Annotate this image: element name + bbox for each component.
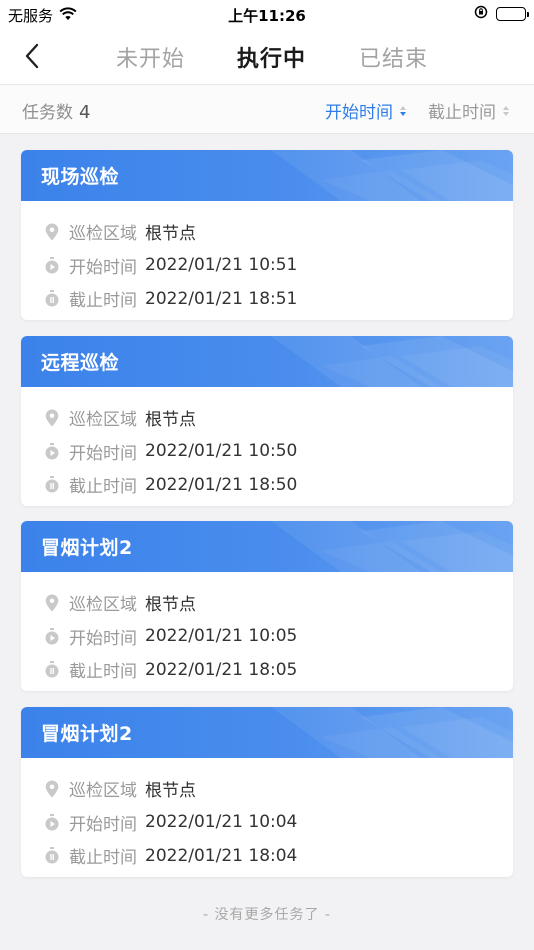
task-title: 冒烟计划2 — [41, 537, 133, 559]
location-pin-icon — [43, 409, 61, 427]
sort-arrows-icon — [400, 105, 406, 116]
task-area-label: 巡检区域 — [69, 595, 137, 616]
task-card-body: 巡检区域 根节点 开始时间 2022/01/21 10:51 截止时间 2022… — [21, 201, 513, 316]
stopwatch-play-icon — [43, 627, 61, 645]
task-start-row: 开始时间 2022/01/21 10:51 — [21, 249, 513, 283]
sort-by-end-time[interactable]: 截止时间 — [428, 98, 509, 123]
stopwatch-stop-icon — [43, 661, 61, 679]
task-start-row: 开始时间 2022/01/21 10:04 — [21, 806, 513, 840]
stopwatch-stop-icon — [43, 847, 61, 865]
task-count-label: 任务数 — [22, 103, 73, 123]
task-card-body: 巡检区域 根节点 开始时间 2022/01/21 10:05 截止时间 2022… — [21, 572, 513, 687]
rotation-lock-icon — [474, 5, 488, 23]
task-area-label: 巡检区域 — [69, 224, 137, 245]
task-end-label: 截止时间 — [69, 291, 137, 312]
task-card-header: 现场巡检 — [21, 150, 513, 201]
task-title: 现场巡检 — [41, 166, 120, 188]
task-end-row: 截止时间 2022/01/21 18:05 — [21, 653, 513, 687]
status-time: 上午11:26 — [228, 7, 306, 25]
stopwatch-play-icon — [43, 813, 61, 831]
stopwatch-play-icon — [43, 256, 61, 274]
stopwatch-stop-icon — [43, 290, 61, 308]
tab-not-started[interactable]: 未开始 — [116, 41, 185, 73]
task-start-value: 2022/01/21 10:51 — [145, 255, 298, 276]
task-start-value: 2022/01/21 10:04 — [145, 812, 298, 833]
location-pin-icon — [43, 594, 61, 612]
task-count: 任务数 4 — [22, 98, 90, 123]
no-more-tasks-label: - 没有更多任务了 - — [202, 907, 331, 923]
task-count-value: 4 — [79, 102, 91, 123]
task-end-label: 截止时间 — [69, 477, 137, 498]
sort-by-start-time[interactable]: 开始时间 — [325, 98, 406, 123]
task-card-body: 巡检区域 根节点 开始时间 2022/01/21 10:50 截止时间 2022… — [21, 387, 513, 502]
task-area-value: 根节点 — [145, 410, 196, 431]
task-end-label: 截止时间 — [69, 662, 137, 683]
task-start-row: 开始时间 2022/01/21 10:05 — [21, 620, 513, 654]
task-title: 冒烟计划2 — [41, 723, 133, 745]
task-area-value: 根节点 — [145, 781, 196, 802]
tab-finished[interactable]: 已结束 — [359, 41, 428, 73]
task-card[interactable]: 现场巡检 巡检区域 根节点 开始时间 2022/01/21 10:51 截止时间… — [21, 150, 513, 320]
task-card-header: 冒烟计划2 — [21, 521, 513, 572]
task-start-label: 开始时间 — [69, 443, 137, 464]
task-start-label: 开始时间 — [69, 257, 137, 278]
task-card[interactable]: 远程巡检 巡检区域 根节点 开始时间 2022/01/21 10:50 截止时间… — [21, 336, 513, 506]
task-title: 远程巡检 — [41, 352, 120, 374]
sort-start-label: 开始时间 — [325, 103, 393, 123]
task-area-row: 巡检区域 根节点 — [21, 215, 513, 249]
task-card-header: 远程巡检 — [21, 336, 513, 387]
task-area-label: 巡检区域 — [69, 781, 137, 802]
task-start-value: 2022/01/21 10:50 — [145, 441, 298, 462]
task-start-value: 2022/01/21 10:05 — [145, 626, 298, 647]
task-area-row: 巡检区域 根节点 — [21, 586, 513, 620]
sort-arrows-icon — [503, 105, 509, 116]
task-end-value: 2022/01/21 18:05 — [145, 659, 298, 680]
task-card-header: 冒烟计划2 — [21, 707, 513, 758]
task-area-row: 巡检区域 根节点 — [21, 401, 513, 435]
task-start-label: 开始时间 — [69, 814, 137, 835]
status-tabs: 未开始 执行中 已结束 — [0, 28, 534, 84]
task-card-body: 巡检区域 根节点 开始时间 2022/01/21 10:04 截止时间 2022… — [21, 758, 513, 873]
nav-bar: 未开始 执行中 已结束 — [0, 28, 534, 84]
task-area-value: 根节点 — [145, 595, 196, 616]
task-end-row: 截止时间 2022/01/21 18:04 — [21, 839, 513, 873]
task-start-row: 开始时间 2022/01/21 10:50 — [21, 435, 513, 469]
stopwatch-stop-icon — [43, 476, 61, 494]
task-end-value: 2022/01/21 18:51 — [145, 288, 298, 309]
task-end-value: 2022/01/21 18:50 — [145, 474, 298, 495]
status-right — [474, 5, 529, 23]
task-end-value: 2022/01/21 18:04 — [145, 845, 298, 866]
battery-icon — [496, 7, 529, 21]
task-area-value: 根节点 — [145, 224, 196, 245]
task-start-label: 开始时间 — [69, 628, 137, 649]
task-end-row: 截止时间 2022/01/21 18:50 — [21, 468, 513, 502]
task-end-label: 截止时间 — [69, 848, 137, 869]
stopwatch-play-icon — [43, 442, 61, 460]
task-area-label: 巡检区域 — [69, 410, 137, 431]
tab-in-progress[interactable]: 执行中 — [237, 41, 306, 73]
sort-end-label: 截止时间 — [428, 103, 496, 123]
task-end-row: 截止时间 2022/01/21 18:51 — [21, 282, 513, 316]
task-card[interactable]: 冒烟计划2 巡检区域 根节点 — [21, 521, 513, 691]
task-area-row: 巡检区域 根节点 — [21, 772, 513, 806]
status-bar: 无服务 上午11:26 — [0, 0, 534, 28]
task-card[interactable]: 冒烟计划2 巡检区域 根节点 — [21, 707, 513, 877]
location-pin-icon — [43, 223, 61, 241]
location-pin-icon — [43, 780, 61, 798]
filter-bar: 任务数 4 开始时间 截止时间 — [0, 84, 534, 134]
